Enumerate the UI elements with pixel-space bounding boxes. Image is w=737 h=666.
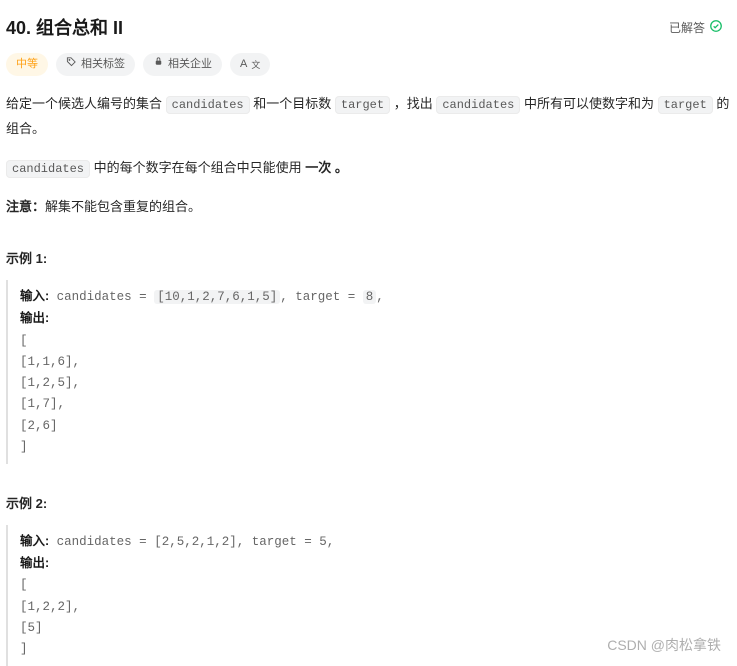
text: ，找出: [390, 96, 436, 111]
description-p3: 注意：解集不能包含重复的组合。: [6, 195, 733, 220]
related-tags-label: 相关标签: [81, 56, 125, 74]
text: 给定一个候选人编号的集合: [6, 96, 166, 111]
highlighted-number: 8: [363, 290, 377, 304]
font-size-button[interactable]: A文: [230, 53, 270, 77]
output-label: 输出:: [20, 311, 49, 325]
text: 和一个目标数: [250, 96, 335, 111]
text: candidates =: [49, 290, 154, 304]
font-icon-small: 文: [251, 58, 260, 72]
lock-icon: [153, 56, 164, 74]
tag-icon: [66, 56, 77, 74]
related-tags-button[interactable]: 相关标签: [56, 53, 135, 77]
related-companies-button[interactable]: 相关企业: [143, 53, 222, 77]
example1-title: 示例 1:: [6, 249, 733, 270]
code-candidates: candidates: [166, 96, 250, 114]
solved-badge: 已解答: [669, 14, 733, 39]
solved-label: 已解答: [669, 19, 705, 38]
text: 中所有可以使数字和为: [520, 96, 657, 111]
difficulty-badge[interactable]: 中等: [6, 53, 48, 77]
note-label: 注意：: [6, 199, 45, 214]
text: 中的每个数字在每个组合中只能使用: [90, 160, 305, 175]
output-text: [ [1,1,6], [1,2,5], [1,7], [2,6] ]: [20, 334, 80, 454]
emphasis-once: 一次 。: [305, 160, 348, 175]
description-p1: 给定一个候选人编号的集合 candidates 和一个目标数 target ，找…: [6, 92, 733, 141]
code-candidates: candidates: [6, 160, 90, 178]
text: , target =: [280, 290, 363, 304]
description-p2: candidates 中的每个数字在每个组合中只能使用 一次 。: [6, 156, 733, 181]
text: candidates = [2,5,2,1,2], target = 5,: [49, 535, 334, 549]
code-target: target: [335, 96, 390, 114]
page-title: 40. 组合总和 II: [6, 14, 123, 43]
input-label: 输入:: [20, 289, 49, 303]
related-companies-label: 相关企业: [168, 56, 212, 74]
tags-row: 中等 相关标签 相关企业 A文: [6, 53, 733, 77]
font-icon-label: A: [240, 56, 247, 74]
example2-title: 示例 2:: [6, 494, 733, 515]
example1-block: 输入: candidates = [10,1,2,7,6,1,5], targe…: [6, 280, 733, 464]
text: ,: [376, 290, 384, 304]
highlighted-array: [10,1,2,7,6,1,5]: [154, 290, 280, 304]
text: 解集不能包含重复的组合。: [45, 199, 201, 214]
watermark: CSDN @肉松拿铁: [607, 634, 721, 656]
output-label: 输出:: [20, 556, 49, 570]
code-candidates: candidates: [436, 96, 520, 114]
input-label: 输入:: [20, 534, 49, 548]
check-circle-icon: [709, 17, 723, 39]
code-target: target: [658, 96, 713, 114]
output-text: [ [1,2,2], [5] ]: [20, 578, 80, 656]
